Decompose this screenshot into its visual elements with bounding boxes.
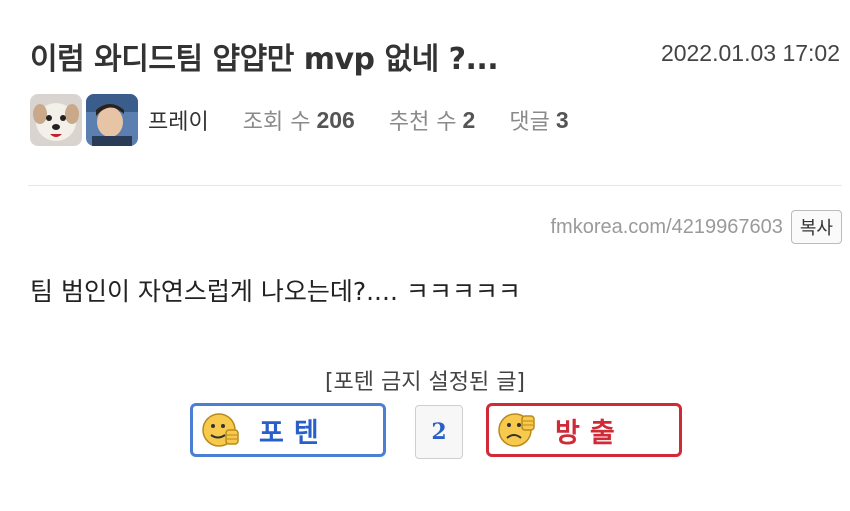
vote-area: 포텐 2 방출	[190, 403, 682, 459]
recommend-label: 추천 수	[388, 110, 457, 135]
views-label: 조회 수	[242, 110, 311, 135]
downvote-button[interactable]: 방출	[486, 403, 682, 457]
recommend-count: 2	[462, 106, 476, 133]
person-photo-avatar[interactable]	[86, 94, 138, 146]
comments-count[interactable]: 3	[556, 107, 569, 134]
downvote-label: 방출	[555, 417, 625, 449]
author-name[interactable]: 프레이	[148, 104, 209, 136]
post-url[interactable]: fmkorea.com/4219967603	[551, 216, 783, 239]
post-url-row: fmkorea.com/4219967603 복사	[551, 210, 842, 244]
dog-face-avatar[interactable]	[30, 94, 82, 146]
thumbs-down-emoji-icon	[498, 413, 535, 447]
comments-label: 댓글	[509, 110, 550, 135]
post-meta: 프레이 조회 수 206 추천 수 2 댓글 3	[30, 94, 603, 146]
vote-count: 2	[415, 405, 463, 459]
copy-url-button[interactable]: 복사	[790, 210, 842, 244]
views-count: 206	[316, 106, 355, 133]
potten-ban-notice: [포텐 금지 설정된 글]	[324, 370, 526, 395]
post-title: 이럼 와디드팀 얍얍만 mvp 없네 ?...	[30, 42, 499, 77]
upvote-label: 포텐	[259, 417, 329, 449]
header-divider	[28, 185, 842, 186]
post-body: 팀 범인이 자연스럽게 나오는데?.... ㅋㅋㅋㅋㅋ	[30, 277, 521, 306]
post-date: 2022.01.03 17:02	[660, 40, 840, 66]
upvote-button[interactable]: 포텐	[190, 403, 386, 457]
thumbs-up-emoji-icon	[202, 413, 239, 447]
